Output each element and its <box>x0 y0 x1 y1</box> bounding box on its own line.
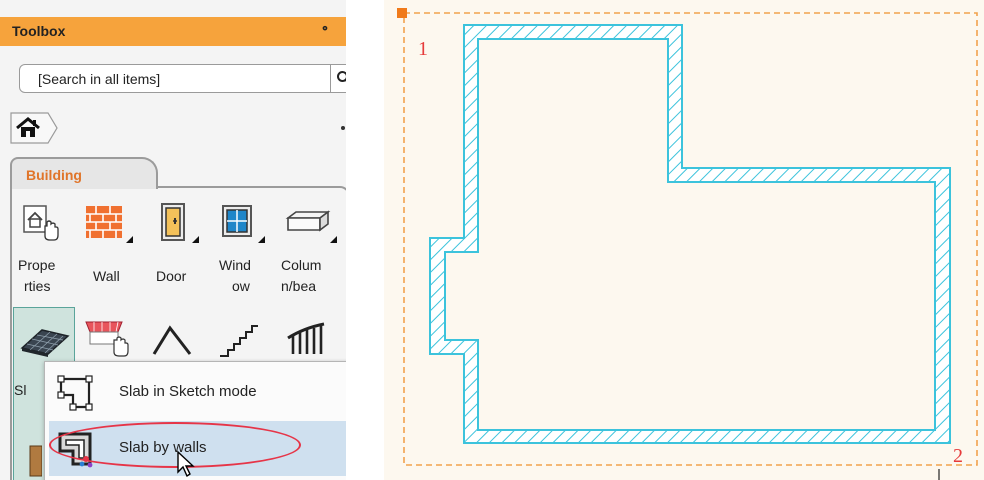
roof-icon <box>152 325 192 355</box>
tool-properties-label-2: rties <box>24 278 51 294</box>
selection-corner-handle[interactable] <box>397 8 407 18</box>
tool-door-label: Door <box>156 268 187 284</box>
window-icon <box>222 205 252 237</box>
breadcrumb-overflow-dot <box>341 126 345 130</box>
drawing-canvas[interactable]: 1 2 <box>384 0 984 480</box>
tool-wall-label: Wall <box>93 268 120 284</box>
tab-building-label: Building <box>26 167 82 183</box>
search-separator <box>330 65 331 92</box>
furniture-icon <box>29 445 42 477</box>
tool-window[interactable]: Wind ow <box>212 196 270 300</box>
toolbox-panel: Toolbox ॰ Building Prope rties <box>0 0 346 480</box>
door-dropdown-indicator <box>192 236 199 243</box>
pin-icon[interactable]: ॰ <box>322 20 328 39</box>
toolbox-title: Toolbox <box>12 23 66 39</box>
search-icon[interactable] <box>336 70 346 86</box>
selection-rectangle <box>403 12 978 466</box>
breadcrumb-home[interactable] <box>10 112 58 144</box>
railing-icon <box>287 322 325 354</box>
tab-building[interactable]: Building <box>10 157 158 189</box>
wall-outline[interactable] <box>429 24 951 444</box>
floor-plan-drawing: 1 2 <box>397 8 978 480</box>
column-beam-icon <box>285 210 331 232</box>
tool-column-label-1: Colum <box>281 257 322 273</box>
point-label-1: 1 <box>418 38 428 60</box>
slab-icon <box>20 329 70 357</box>
stair-icon <box>220 325 258 357</box>
tool-wall[interactable]: Wall <box>80 196 136 300</box>
window-dropdown-indicator <box>258 236 265 243</box>
search-box <box>19 64 346 93</box>
tool-window-label-2: ow <box>232 278 250 294</box>
tool-column-label-2: n/bea <box>281 278 317 294</box>
tool-properties-label-1: Prope <box>18 257 56 273</box>
point-label-2: 2 <box>953 445 963 467</box>
tool-roof-light[interactable] <box>84 318 134 358</box>
mouse-cursor-icon <box>177 450 195 478</box>
tool-roof[interactable] <box>150 320 200 360</box>
door-icon <box>161 203 185 241</box>
column-dropdown-indicator <box>330 236 337 243</box>
tool-column-beam[interactable]: Colum n/bea <box>276 196 342 300</box>
tool-slab-label-partial: Sl <box>14 382 27 398</box>
tool-stair[interactable] <box>216 320 266 360</box>
tool-railing[interactable] <box>284 320 334 360</box>
tool-properties[interactable]: Prope rties <box>16 196 74 300</box>
slab-sketch-icon <box>57 375 93 411</box>
tool-door[interactable]: Door <box>148 196 204 300</box>
roof-light-icon <box>85 321 129 357</box>
menu-item-slab-sketch-label: Slab in Sketch mode <box>119 383 257 400</box>
highlight-ellipse <box>49 422 301 468</box>
wall-icon <box>86 206 122 238</box>
wall-dropdown-indicator <box>126 236 133 243</box>
menu-item-slab-sketch[interactable]: Slab in Sketch mode <box>49 365 346 420</box>
properties-icon <box>23 205 59 241</box>
search-input[interactable] <box>20 65 330 92</box>
tool-partial-row3[interactable] <box>28 442 42 480</box>
toolbox-header: Toolbox ॰ <box>0 17 346 46</box>
tool-window-label-1: Wind <box>219 257 251 273</box>
